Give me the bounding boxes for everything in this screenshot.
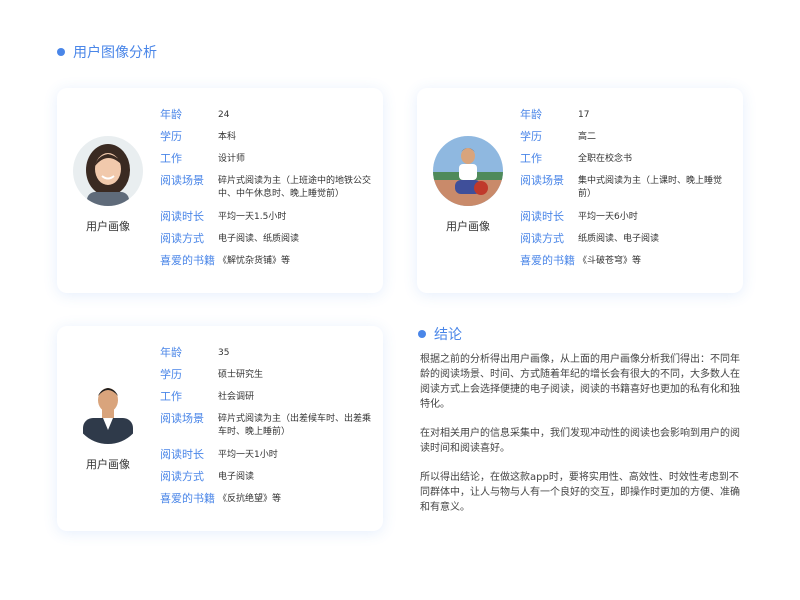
value-education: 硕士研究生 [218,370,264,380]
avatar-label: 用户画像 [86,458,130,471]
value-scene: 碎片式阅读为主（上班途中的地铁公交中、中午休息时、晚上睡觉前） [218,176,372,199]
label-scene: 阅读场景 [160,412,204,425]
row-duration: 阅读时长 平均一天1.5小时 [160,210,371,232]
label-scene: 阅读场景 [160,174,204,187]
section-title: 用户图像分析 [57,42,157,62]
value-method: 纸质阅读、电子阅读 [578,234,660,244]
persona-details: 年龄 35 学历 硕士研究生 工作 社会调研 阅读场景 碎片式阅读为主（出差候车时、出差… [160,346,371,514]
label-age: 年龄 [520,108,542,121]
value-method: 电子阅读 [218,472,255,482]
row-scene: 阅读场景 碎片式阅读为主（出差候车时、出差乘车时、晚上睡前） [160,412,371,448]
row-education: 学历 高二 [520,130,731,152]
label-job: 工作 [160,390,182,403]
value-duration: 平均一天1.5小时 [218,212,287,222]
persona-details: 年龄 17 学历 高二 工作 全职在校念书 阅读场景 集中式阅读为主（上课时、晚上睡觉前… [520,108,731,276]
row-job: 工作 设计师 [160,152,371,174]
value-duration: 平均一天1小时 [218,450,278,460]
row-books: 喜爱的书籍 《反抗绝望》等 [160,492,371,514]
label-job: 工作 [520,152,542,165]
value-education: 本科 [218,132,237,142]
label-scene: 阅读场景 [520,174,564,187]
bullet-dot-icon [57,48,65,56]
value-job: 社会调研 [218,392,255,402]
conclusion-body: 根据之前的分析得出用户画像，从上面的用户画像分析我们得出：不同年龄的阅读场景、时… [420,352,746,529]
value-scene: 集中式阅读为主（上课时、晚上睡觉前） [578,176,723,199]
value-job: 全职在校念书 [578,154,633,164]
row-scene: 阅读场景 集中式阅读为主（上课时、晚上睡觉前） [520,174,731,210]
row-age: 年龄 24 [160,108,371,130]
label-age: 年龄 [160,346,182,359]
row-duration: 阅读时长 平均一天1小时 [160,448,371,470]
value-education: 高二 [578,132,597,142]
row-scene: 阅读场景 碎片式阅读为主（上班途中的地铁公交中、中午休息时、晚上睡觉前） [160,174,371,210]
section-title-text: 用户图像分析 [73,45,157,61]
label-duration: 阅读时长 [160,448,204,461]
conclusion-paragraph-2: 在对相关用户的信息采集中，我们发现冲动性的阅读也会影响到用户的阅读时间和阅读喜好… [420,428,740,454]
persona-card-2: 用户画像 年龄 17 学历 高二 工作 全职在校念书 阅读场景 集中式阅读为主（上课时、… [417,88,743,293]
label-books: 喜爱的书籍 [520,254,575,267]
label-method: 阅读方式 [160,232,204,245]
label-duration: 阅读时长 [160,210,204,223]
label-education: 学历 [520,130,542,143]
value-job: 设计师 [218,154,246,164]
row-job: 工作 社会调研 [160,390,371,412]
persona-avatar-block: 用户画像 [73,374,143,472]
row-age: 年龄 35 [160,346,371,368]
label-age: 年龄 [160,108,182,121]
value-age: 17 [578,110,590,120]
bullet-dot-icon [418,330,426,338]
row-books: 喜爱的书籍 《斗破苍穹》等 [520,254,731,276]
avatar-label: 用户画像 [86,220,130,233]
row-age: 年龄 17 [520,108,731,130]
row-books: 喜爱的书籍 《解忧杂货铺》等 [160,254,371,276]
value-books: 《反抗绝望》等 [218,494,282,504]
conclusion-paragraph-1: 根据之前的分析得出用户画像，从上面的用户画像分析我们得出：不同年龄的阅读场景、时… [420,354,740,410]
row-method: 阅读方式 电子阅读 [160,470,371,492]
persona-details: 年龄 24 学历 本科 工作 设计师 阅读场景 碎片式阅读为主（上班途中的地铁公交中、中… [160,108,371,276]
row-job: 工作 全职在校念书 [520,152,731,174]
label-education: 学历 [160,368,182,381]
persona-avatar-block: 用户画像 [73,136,143,234]
label-education: 学历 [160,130,182,143]
label-method: 阅读方式 [520,232,564,245]
label-books: 喜爱的书籍 [160,492,215,505]
conclusion-paragraph-3: 所以得出结论，在做这款app时，要将实用性、高效性、时效性考虑到不同群体中，让人… [420,472,740,513]
value-books: 《解忧杂货铺》等 [218,256,291,266]
persona-avatar-block: 用户画像 [433,136,503,234]
avatar-photo-icon [433,136,503,206]
persona-card-3: 用户画像 年龄 35 学历 硕士研究生 工作 社会调研 阅读场景 碎片式阅读为主（出差候… [57,326,383,531]
label-books: 喜爱的书籍 [160,254,215,267]
label-duration: 阅读时长 [520,210,564,223]
label-job: 工作 [160,152,182,165]
row-method: 阅读方式 纸质阅读、电子阅读 [520,232,731,254]
row-education: 学历 本科 [160,130,371,152]
label-method: 阅读方式 [160,470,204,483]
persona-card-1: 用户画像 年龄 24 学历 本科 工作 设计师 阅读场景 碎片式阅读为主（上班途中的地铁… [57,88,383,293]
value-age: 24 [218,110,230,120]
conclusion-title-text: 结论 [434,327,462,343]
row-education: 学历 硕士研究生 [160,368,371,390]
avatar-photo-icon [73,136,143,206]
value-method: 电子阅读、纸质阅读 [218,234,300,244]
conclusion-title: 结论 [418,324,462,344]
value-books: 《斗破苍穹》等 [578,256,642,266]
avatar-photo-icon [73,374,143,444]
value-scene: 碎片式阅读为主（出差候车时、出差乘车时、晚上睡前） [218,414,372,437]
row-method: 阅读方式 电子阅读、纸质阅读 [160,232,371,254]
value-age: 35 [218,348,230,358]
avatar-label: 用户画像 [446,220,490,233]
value-duration: 平均一天6小时 [578,212,638,222]
row-duration: 阅读时长 平均一天6小时 [520,210,731,232]
